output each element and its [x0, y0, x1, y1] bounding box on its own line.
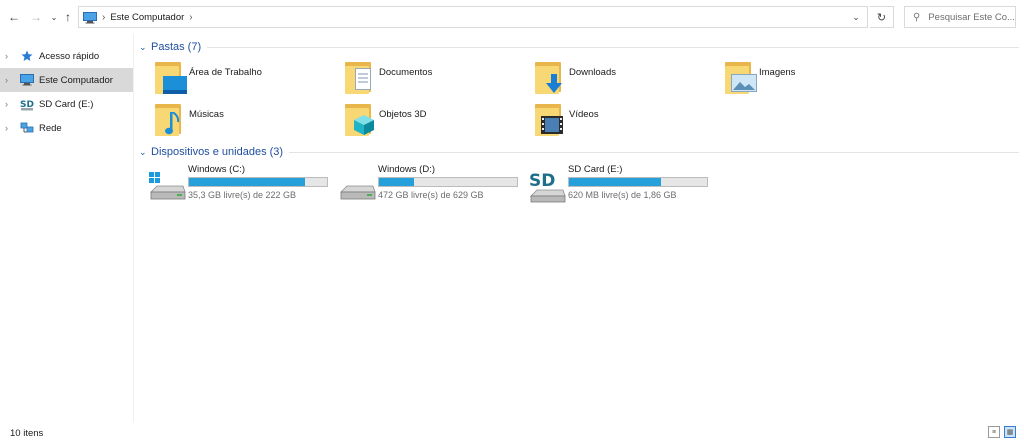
- back-arrow-icon[interactable]: ←: [6, 7, 22, 27]
- folder-tile-documents[interactable]: Documentos: [325, 58, 515, 98]
- large-icons-view-icon[interactable]: ▦: [1004, 426, 1016, 438]
- group-divider: [207, 46, 1019, 48]
- desktop-folder-icon: [151, 60, 189, 96]
- drive-usage-bar: [188, 177, 328, 187]
- hard-drive-icon: [339, 170, 377, 202]
- folder-label: Músicas: [189, 108, 224, 120]
- drive-usage-fill: [189, 178, 305, 186]
- drive-free-space: 620 MB livre(s) de 1,86 GB: [568, 190, 677, 200]
- group-title: Dispositivos e unidades (3): [151, 146, 284, 158]
- forward-arrow-icon[interactable]: →: [28, 7, 44, 27]
- drive-usage-fill: [379, 178, 414, 186]
- documents-folder-icon: [341, 60, 379, 96]
- 3d-objects-folder-icon: [341, 102, 379, 138]
- drive-usage-bar: [378, 177, 518, 187]
- drive-free-space: 35,3 GB livre(s) de 222 GB: [188, 190, 297, 200]
- status-bar: 10 itens ≡ ▦: [0, 422, 1024, 444]
- folder-label: Imagens: [759, 66, 796, 78]
- collapse-chevron-icon[interactable]: ⌄: [139, 42, 151, 53]
- expand-chevron-icon[interactable]: ›: [5, 51, 19, 61]
- up-arrow-icon[interactable]: ↑: [60, 7, 76, 27]
- music-folder-icon: [151, 102, 189, 138]
- navigation-pane: › Acesso rápido › Este Computador › SD S…: [0, 34, 134, 422]
- group-header-folders[interactable]: ⌄ Pastas (7): [139, 39, 1019, 55]
- search-placeholder: Pesquisar Este Co...: [928, 11, 1015, 23]
- folder-label: Downloads: [569, 66, 616, 78]
- folder-label: Objetos 3D: [379, 108, 427, 120]
- refresh-icon: ↻: [876, 11, 887, 24]
- drive-usage-fill: [569, 178, 662, 186]
- network-icon: [19, 121, 35, 135]
- view-switcher: ≡ ▦: [988, 426, 1016, 438]
- folder-tile-downloads[interactable]: Downloads: [515, 58, 705, 98]
- drive-usage-bar: [568, 177, 708, 187]
- nav-item-quick-access[interactable]: › Acesso rápido: [0, 44, 133, 68]
- address-bar[interactable]: › Este Computador › ⌄: [78, 6, 868, 28]
- sd-card-icon: SD: [19, 97, 35, 111]
- drive-label: Windows (D:): [378, 164, 436, 175]
- downloads-folder-icon: [531, 60, 569, 96]
- nav-item-label: SD Card (E:): [39, 98, 94, 110]
- nav-item-sd-card[interactable]: › SD SD Card (E:): [0, 92, 133, 116]
- expand-chevron-icon[interactable]: ›: [5, 75, 19, 85]
- computer-icon: [19, 73, 35, 87]
- expand-chevron-icon[interactable]: ›: [5, 99, 19, 109]
- refresh-button[interactable]: ↻: [870, 6, 894, 28]
- folder-tile-pictures[interactable]: Imagens: [705, 58, 895, 98]
- folder-tile-music[interactable]: Músicas: [135, 100, 325, 140]
- nav-item-label: Acesso rápido: [39, 50, 100, 62]
- group-title: Pastas (7): [151, 41, 202, 53]
- sd-icon-text: SD: [529, 171, 555, 191]
- breadcrumb-location[interactable]: Este Computador: [110, 12, 184, 23]
- breadcrumb-chevron-icon[interactable]: ›: [189, 12, 192, 23]
- pictures-folder-icon: [721, 60, 759, 96]
- folder-tile-desktop[interactable]: Área de Trabalho: [135, 58, 325, 98]
- drive-tile-d[interactable]: Windows (D:) 472 GB livre(s) de 629 GB: [325, 164, 518, 204]
- breadcrumb-separator-icon: ›: [102, 11, 106, 23]
- nav-item-network[interactable]: › Rede: [0, 116, 133, 140]
- expand-chevron-icon[interactable]: ›: [5, 123, 19, 133]
- group-divider: [289, 151, 1019, 153]
- nav-item-this-pc[interactable]: › Este Computador: [0, 68, 133, 92]
- collapse-chevron-icon[interactable]: ⌄: [139, 147, 151, 158]
- computer-icon: [83, 12, 97, 24]
- windows-drive-icon: [149, 170, 187, 202]
- search-input[interactable]: ⚲ Pesquisar Este Co...: [904, 6, 1016, 28]
- group-header-drives[interactable]: ⌄ Dispositivos e unidades (3): [139, 144, 1019, 160]
- folder-label: Vídeos: [569, 108, 599, 120]
- folder-label: Área de Trabalho: [189, 66, 262, 78]
- videos-folder-icon: [531, 102, 569, 138]
- address-row: ← → ⌄ ↑ › Este Computador › ⌄ ↻ ⚲ Pesqui…: [0, 0, 1024, 34]
- details-view-icon[interactable]: ≡: [988, 426, 1000, 438]
- sd-card-icon: SD: [529, 170, 567, 203]
- folder-tile-videos[interactable]: Vídeos: [515, 100, 705, 140]
- nav-item-label: Rede: [39, 122, 62, 134]
- nav-item-label: Este Computador: [39, 74, 113, 86]
- drive-label: Windows (C:): [188, 164, 246, 175]
- search-icon: ⚲: [913, 11, 921, 23]
- star-icon: [19, 49, 35, 63]
- drive-label: SD Card (E:): [568, 164, 623, 175]
- drive-free-space: 472 GB livre(s) de 629 GB: [378, 190, 484, 200]
- content-pane: ⌄ Pastas (7) Área de Trabalho Documentos…: [135, 34, 1024, 422]
- folder-label: Documentos: [379, 66, 433, 78]
- address-dropdown-icon[interactable]: ⌄: [845, 7, 867, 27]
- drive-tile-c[interactable]: Windows (C:) 35,3 GB livre(s) de 222 GB: [135, 164, 328, 204]
- drive-tile-e[interactable]: SD SD Card (E:) 620 MB livre(s) de 1,86 …: [515, 164, 708, 204]
- folder-tile-3d-objects[interactable]: Objetos 3D: [325, 100, 515, 140]
- item-count: 10 itens: [10, 427, 44, 439]
